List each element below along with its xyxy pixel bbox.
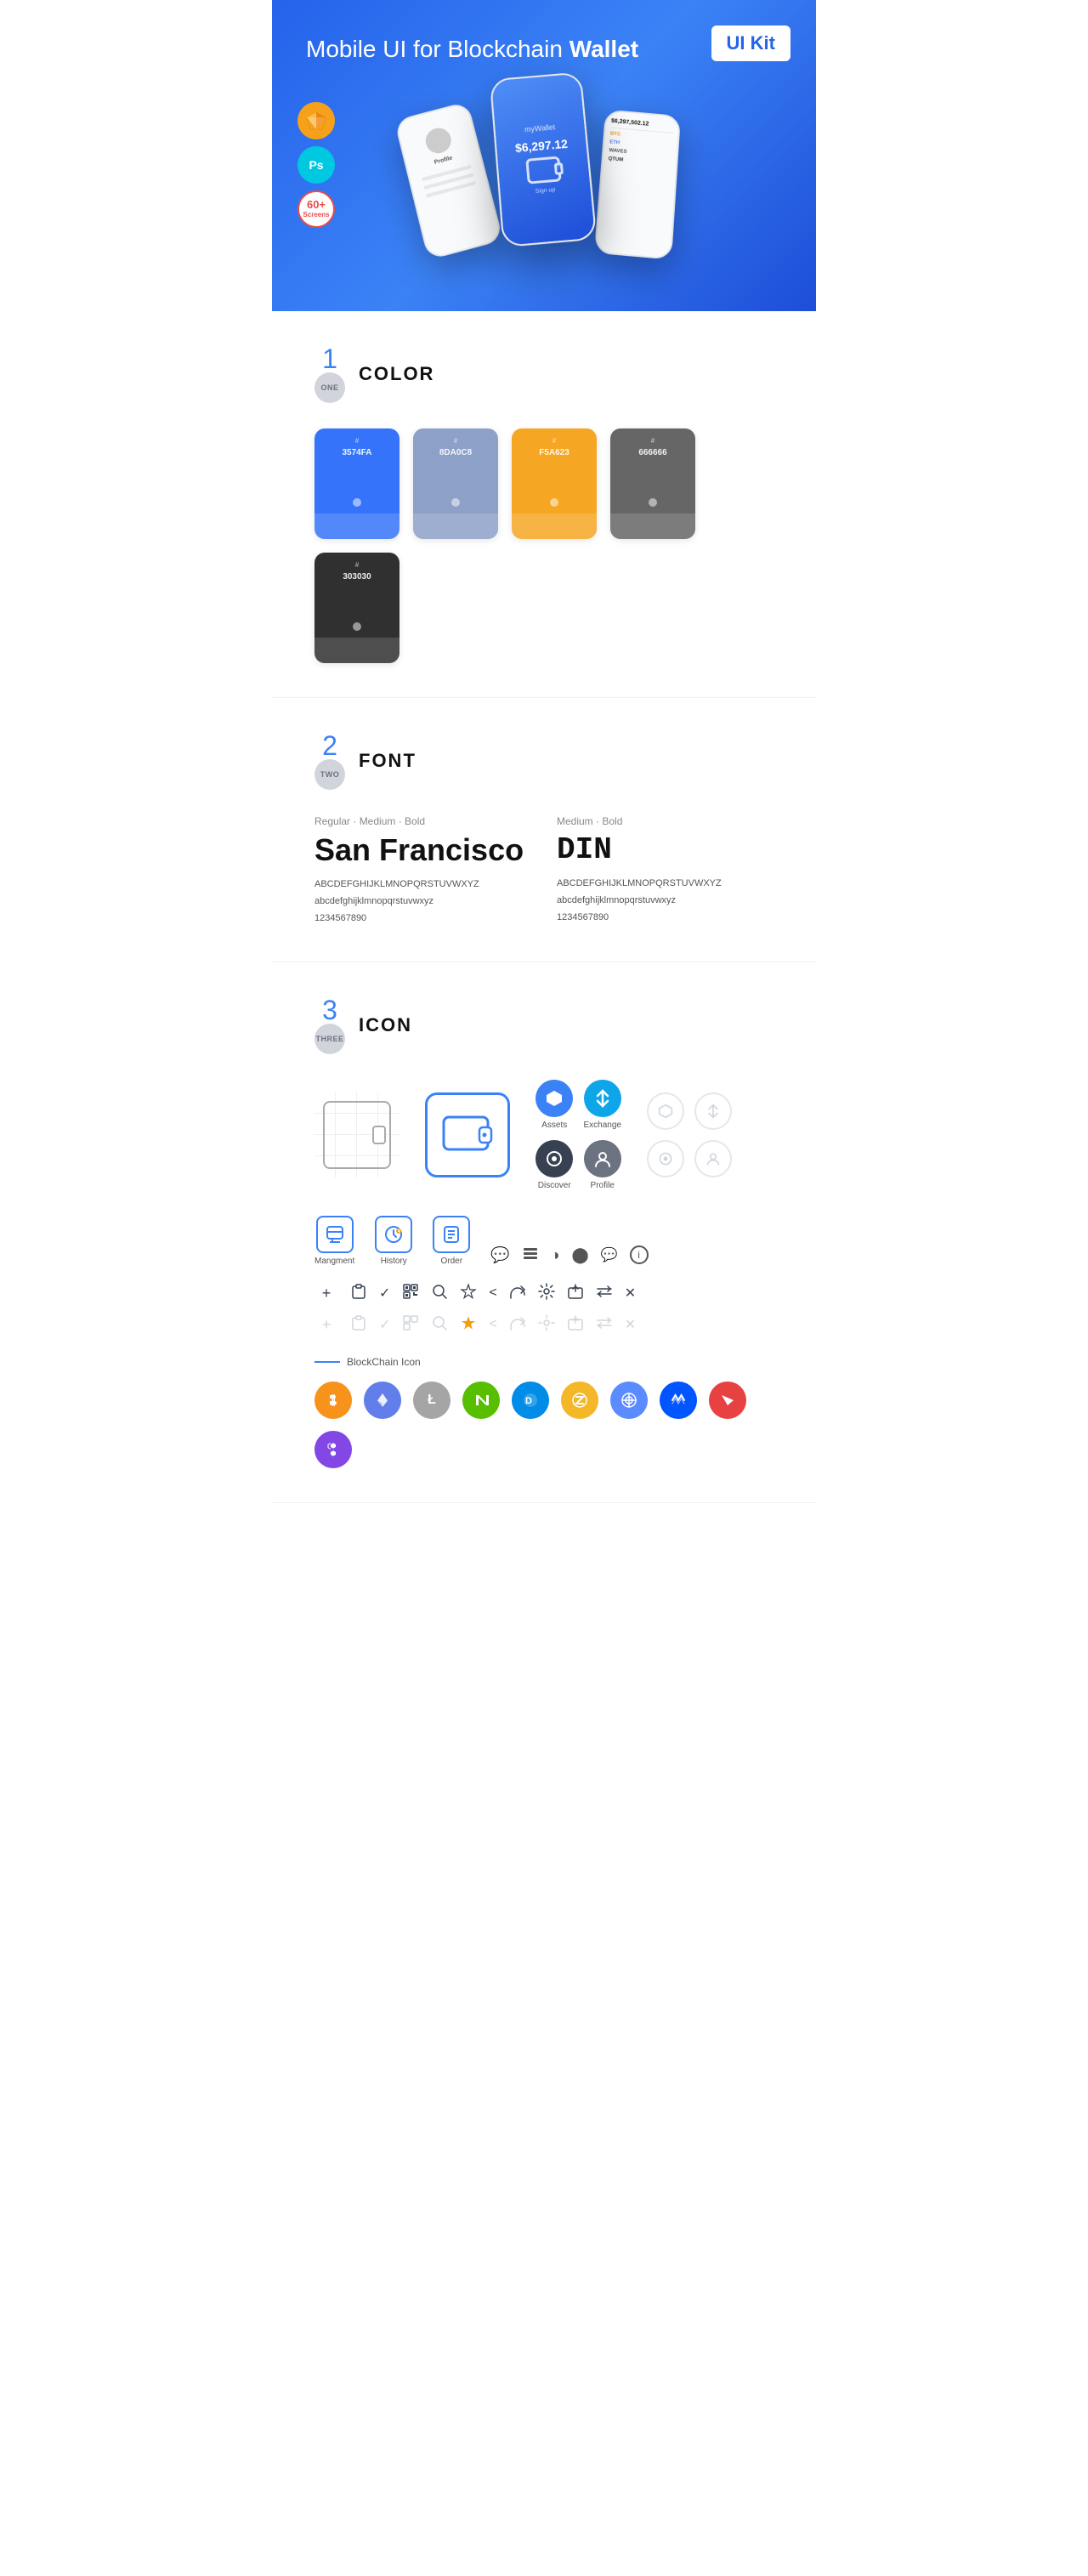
icon-discover: Discover [536,1140,573,1190]
icon-title: ICON [359,1014,412,1036]
plus-icon: + [314,1285,338,1302]
font-number-circle: TWO [314,759,345,790]
swatch-gray: # 666666 [610,428,695,539]
font-title: FONT [359,750,416,772]
icon-number-circle: THREE [314,1024,345,1054]
search-icon-gray [431,1314,448,1336]
color-section-header: 1 ONE COLOR [314,345,774,403]
font-section-number: 2 TWO [314,732,345,790]
polygon-icon [314,1431,352,1468]
qr-icon [402,1283,419,1304]
clipboard-icon [350,1283,367,1304]
chevron-left-icon-gray: < [489,1317,496,1332]
info-icon: i [630,1245,649,1264]
phone-middle: myWallet $6,297.12 Sign up [490,72,598,248]
moon-icon: ◑ [551,1246,560,1264]
share-icon-gray [509,1314,526,1336]
crypto-icons-row: Ł D [314,1382,774,1468]
icon-section: 3 THREE ICON [272,962,816,1503]
icon-profile-outline [694,1140,732,1177]
ltc-icon: Ł [413,1382,450,1419]
icon-history: History [375,1216,412,1266]
font-section: 2 TWO FONT Regular · Medium · Bold San F… [272,698,816,962]
fonts-grid: Regular · Medium · Bold San Francisco AB… [314,815,774,927]
chat-icon: 💬 [490,1246,509,1264]
swatch-blue: # 3574FA [314,428,400,539]
blockchain-line [314,1361,340,1363]
swatch-dark: # 303030 [314,553,400,663]
icon-discover-outline [647,1140,684,1177]
icon-assets-outline [647,1092,684,1130]
color-title: COLOR [359,363,434,385]
swap-icon-gray [596,1314,613,1336]
font-section-header: 2 TWO FONT [314,732,774,790]
icon-order: Order [433,1216,470,1266]
share-icon [509,1283,526,1304]
close-icon: ✕ [625,1285,636,1302]
swap-icon [596,1283,613,1304]
small-icons-gray: + ✓ < [314,1314,774,1336]
small-icons-row1: 💬 ◑ ⬤ 💬 i [490,1245,648,1266]
bubble-icon: 💬 [601,1246,618,1263]
star-icon-gold [460,1314,477,1336]
export-icon-gray [567,1314,584,1336]
svg-text:D: D [525,1396,532,1406]
neo-icon [462,1382,500,1419]
settings-icon [538,1283,555,1304]
icon-exchange: Exchange [583,1080,620,1130]
dash-icon: D [512,1382,549,1419]
close-icon-gray: ✕ [625,1316,636,1333]
app-icons-outline-grid [647,1092,732,1177]
ui-kit-badge: UI Kit [711,26,790,61]
small-icons-colored: + ✓ [314,1283,774,1304]
check-icon: ✓ [379,1285,390,1302]
swatch-orange: # F5A623 [512,428,597,539]
icon-section-header: 3 THREE ICON [314,996,774,1054]
eth-icon [364,1382,401,1419]
wallet-filled-icon [425,1092,510,1177]
color-number-circle: ONE [314,372,345,403]
color-swatches: # 3574FA # 8DA0C8 # F5A623 # 6 [314,428,774,663]
search-icon [431,1283,448,1304]
phone-left: Profile [394,101,504,260]
grid-icon [610,1382,648,1419]
clipboard-icon-gray [350,1314,367,1336]
chevron-left-icon: < [489,1285,496,1301]
wallet-wireframe [314,1092,400,1177]
swatch-slate: # 8DA0C8 [413,428,498,539]
icon-assets: Assets [536,1080,573,1130]
wallet-icons-row: Assets Exchange [314,1080,774,1190]
color-section-number: 1 ONE [314,345,345,403]
btc-icon [314,1382,352,1419]
tron-icon [709,1382,746,1419]
font-din: Medium · Bold DIN ABCDEFGHIJKLMNOPQRSTUV… [557,815,774,927]
plus-icon-gray: + [314,1316,338,1334]
star-icon [460,1283,477,1304]
ui-icons-row: Mangment History [314,1216,774,1266]
waves-icon [660,1382,697,1419]
icon-section-number: 3 THREE [314,996,345,1054]
layers-icon [522,1245,539,1266]
icon-management: Mangment [314,1216,354,1266]
circle-icon: ⬤ [572,1246,589,1264]
icon-profile: Profile [583,1140,620,1190]
color-section: 1 ONE COLOR # 3574FA # 8DA0C8 # F5A623 [272,311,816,698]
font-sf: Regular · Medium · Bold San Francisco AB… [314,815,531,927]
settings-icon-gray [538,1314,555,1336]
phone-right: $6,297,502.12 BTC ETH WAVES QTUM [594,110,681,260]
check-icon-gray: ✓ [379,1316,390,1333]
zcash-icon [561,1382,598,1419]
qr-icon-gray [402,1314,419,1336]
app-icons-grid: Assets Exchange [536,1080,621,1190]
hero-section: Mobile UI for Blockchain Wallet UI Kit P… [272,0,816,311]
phones-decoration: Profile myWallet $6,297.12 Sign up $6,29… [303,92,785,261]
export-icon [567,1283,584,1304]
blockchain-label: BlockChain Icon [314,1356,774,1368]
icon-exchange-outline [694,1092,732,1130]
